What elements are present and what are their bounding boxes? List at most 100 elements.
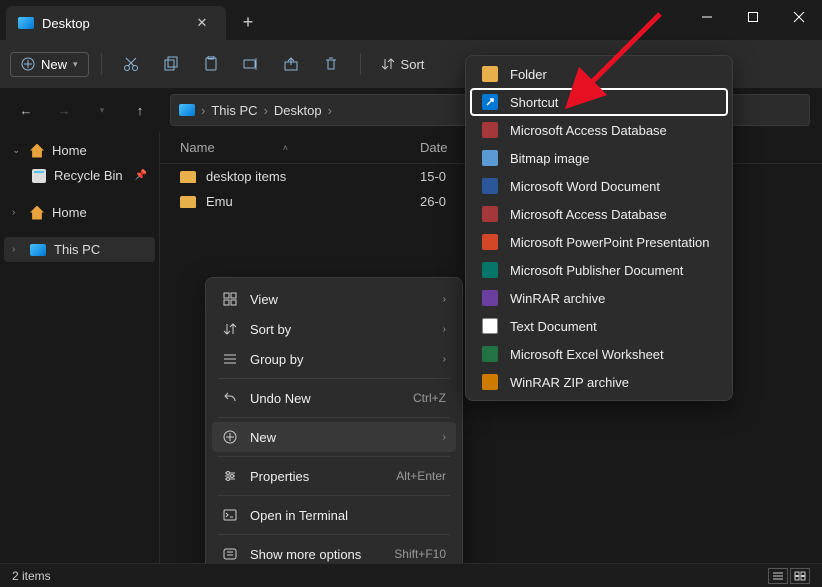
paste-icon[interactable]: [194, 47, 228, 81]
submenu-label: Bitmap image: [510, 151, 589, 166]
thumbnails-view-button[interactable]: [790, 568, 810, 584]
crumb-desktop[interactable]: Desktop: [274, 103, 322, 118]
submenu-item[interactable]: WinRAR ZIP archive: [470, 368, 728, 396]
submenu-item[interactable]: WinRAR archive: [470, 284, 728, 312]
context-menu: View › Sort by › Group by › Undo New Ctr…: [205, 277, 463, 576]
close-tab-icon[interactable]: ✕: [190, 11, 214, 35]
rename-icon[interactable]: [234, 47, 268, 81]
chevron-down-icon: ▾: [73, 59, 78, 70]
sidebar: ⌄ Home Recycle Bin 📌 › Home › This PC: [0, 132, 160, 563]
recent-dropdown[interactable]: ▾: [88, 96, 116, 124]
sort-label: Sort: [401, 57, 425, 72]
ctx-accel: Shift+F10: [394, 547, 446, 561]
maximize-button[interactable]: [730, 0, 776, 34]
close-window-button[interactable]: [776, 0, 822, 34]
sidebar-item-home[interactable]: ⌄ Home: [4, 138, 155, 163]
file-date: 26-0: [420, 194, 446, 209]
submenu-item[interactable]: Text Document: [470, 312, 728, 340]
new-submenu: FolderShortcutMicrosoft Access DatabaseB…: [465, 55, 733, 401]
submenu-item[interactable]: Microsoft Access Database: [470, 200, 728, 228]
ctx-undo[interactable]: Undo New Ctrl+Z: [212, 383, 456, 413]
group-icon: [222, 351, 238, 367]
pin-icon: 📌: [135, 170, 147, 181]
ctx-label: Show more options: [250, 547, 382, 562]
sort-button[interactable]: Sort: [373, 53, 433, 76]
new-button[interactable]: New ▾: [10, 52, 89, 77]
separator: [218, 417, 450, 418]
sort-icon: [222, 321, 238, 337]
copy-icon[interactable]: [154, 47, 188, 81]
title-bar: Desktop ✕ +: [0, 0, 822, 40]
window-tab[interactable]: Desktop ✕: [6, 6, 226, 40]
submenu-item[interactable]: Shortcut: [470, 88, 728, 116]
file-type-icon: [482, 94, 498, 110]
separator: [218, 456, 450, 457]
file-type-icon: [482, 318, 498, 334]
item-count: 2 items: [12, 569, 51, 583]
file-type-icon: [482, 150, 498, 166]
more-icon: [222, 546, 238, 562]
add-tab-button[interactable]: +: [236, 10, 260, 34]
submenu-label: Text Document: [510, 319, 597, 334]
chevron-right-icon: ›: [443, 354, 446, 365]
submenu-label: Microsoft Excel Worksheet: [510, 347, 664, 362]
up-button[interactable]: ↑: [126, 96, 154, 124]
chevron-right-icon: ›: [443, 324, 446, 335]
separator: [101, 53, 102, 75]
sidebar-item-thispc[interactable]: › This PC: [4, 237, 155, 262]
chevron-down-icon: ⌄: [12, 145, 22, 156]
chevron-right-icon: ›: [328, 103, 332, 118]
submenu-label: Microsoft PowerPoint Presentation: [510, 235, 709, 250]
file-type-icon: [482, 262, 498, 278]
cut-icon[interactable]: [114, 47, 148, 81]
ctx-accel: Ctrl+Z: [413, 391, 446, 405]
minimize-button[interactable]: [684, 0, 730, 34]
submenu-item[interactable]: Microsoft Excel Worksheet: [470, 340, 728, 368]
ctx-groupby[interactable]: Group by ›: [212, 344, 456, 374]
delete-icon[interactable]: [314, 47, 348, 81]
chevron-right-icon: ›: [12, 207, 22, 218]
file-type-icon: [482, 178, 498, 194]
desktop-icon: [18, 17, 34, 29]
details-view-button[interactable]: [768, 568, 788, 584]
chevron-right-icon: ›: [443, 294, 446, 305]
new-label: New: [41, 57, 67, 72]
ctx-label: Group by: [250, 352, 431, 367]
submenu-item[interactable]: Microsoft Publisher Document: [470, 256, 728, 284]
col-name[interactable]: Name: [180, 140, 215, 155]
separator: [218, 378, 450, 379]
ctx-terminal[interactable]: Open in Terminal: [212, 500, 456, 530]
sidebar-label: Home: [52, 205, 87, 220]
submenu-item[interactable]: Microsoft PowerPoint Presentation: [470, 228, 728, 256]
sidebar-label: Home: [52, 143, 87, 158]
file-type-icon: [482, 122, 498, 138]
submenu-label: WinRAR ZIP archive: [510, 375, 629, 390]
ctx-accel: Alt+Enter: [396, 469, 446, 483]
ctx-sortby[interactable]: Sort by ›: [212, 314, 456, 344]
col-date[interactable]: Date: [420, 140, 447, 155]
ctx-new[interactable]: New ›: [212, 422, 456, 452]
sidebar-item-recycle[interactable]: Recycle Bin 📌: [4, 163, 155, 188]
submenu-item[interactable]: Bitmap image: [470, 144, 728, 172]
separator: [360, 53, 361, 75]
forward-button[interactable]: →: [50, 96, 78, 124]
ctx-properties[interactable]: Properties Alt+Enter: [212, 461, 456, 491]
chevron-right-icon: ›: [201, 103, 205, 118]
chevron-right-icon: ›: [12, 244, 22, 255]
submenu-item[interactable]: Microsoft Access Database: [470, 116, 728, 144]
ctx-label: View: [250, 292, 431, 307]
share-icon[interactable]: [274, 47, 308, 81]
sidebar-label: This PC: [54, 242, 100, 257]
folder-icon: [180, 196, 196, 208]
undo-icon: [222, 390, 238, 406]
crumb-thispc[interactable]: This PC: [211, 103, 257, 118]
sidebar-item-home2[interactable]: › Home: [4, 200, 155, 225]
pc-icon: [30, 244, 46, 256]
ctx-label: Undo New: [250, 391, 401, 406]
back-button[interactable]: ←: [12, 96, 40, 124]
submenu-item[interactable]: Folder: [470, 60, 728, 88]
file-type-icon: [482, 374, 498, 390]
ctx-view[interactable]: View ›: [212, 284, 456, 314]
submenu-item[interactable]: Microsoft Word Document: [470, 172, 728, 200]
submenu-label: Folder: [510, 67, 547, 82]
